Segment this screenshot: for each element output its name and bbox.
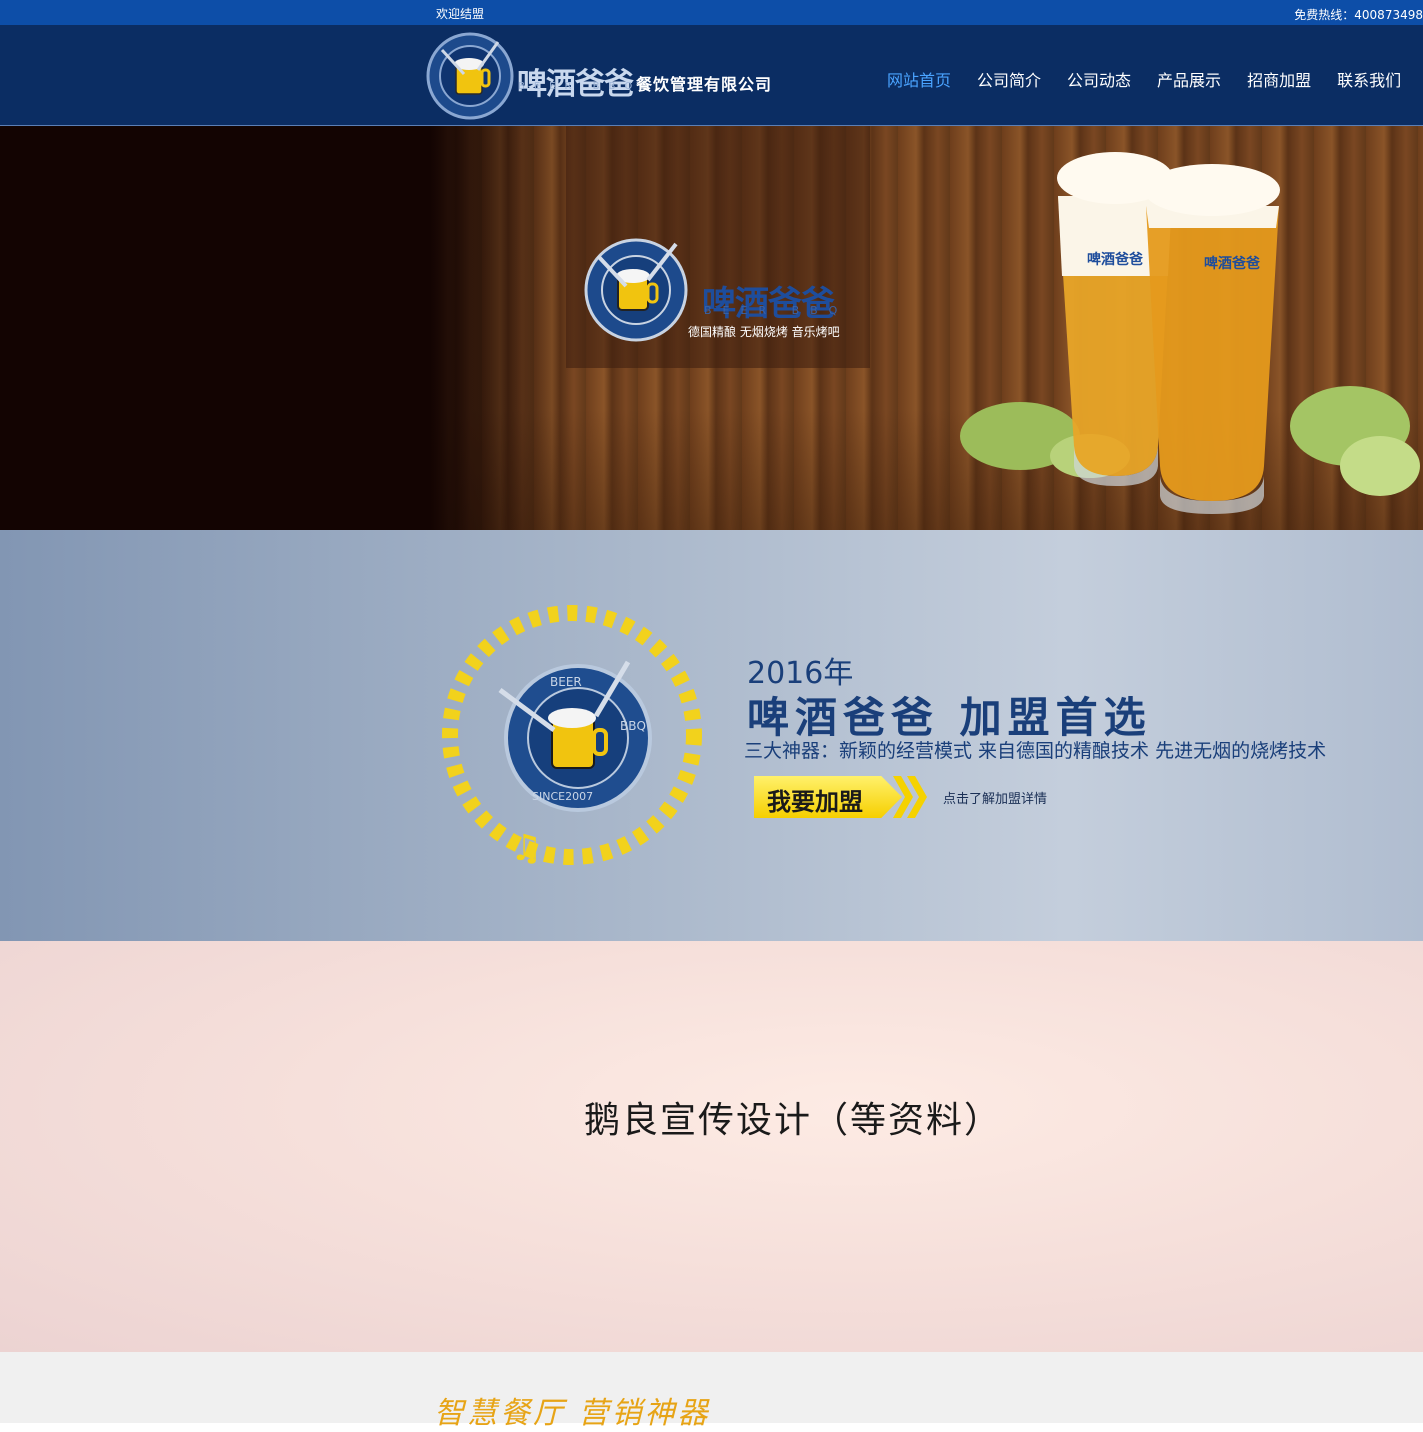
beer-mug-badge-icon[interactable] [424, 30, 516, 122]
glass-label: 啤酒爸爸 [1204, 255, 1260, 272]
brand-logo-panel: 啤酒爸爸 BEER BBQ 德国精酿 无烟烧烤 音乐烤吧 [566, 126, 870, 368]
banner-logo-subtext: BEER BBQ [704, 304, 849, 317]
promo-banner-text: 鹅良宣传设计（等资料） [584, 1100, 1003, 1141]
badge-text-right: BBQ [620, 719, 646, 733]
company-name: 餐饮管理有限公司 [636, 75, 773, 94]
banner-features: 三大神器：新颖的经营模式 来自德国的精酿技术 先进无烟的烧烤技术 [744, 740, 1327, 762]
beer-glass-icon: 啤酒爸爸 [1144, 164, 1280, 514]
site-header: 啤酒爸爸 BEER BBQ 餐饮管理有限公司 网站首页 公司简介 公司动态 产品… [0, 25, 1423, 126]
top-bar: 欢迎结盟 免费热线：400873498 [0, 0, 1423, 25]
section-title: 智慧餐厅 营销神器 [434, 1396, 711, 1431]
welcome-text: 欢迎结盟 [436, 7, 485, 21]
svg-text:♫: ♫ [510, 828, 542, 869]
nav-item-about[interactable]: 公司简介 [964, 67, 1054, 91]
main-nav: 网站首页 公司简介 公司动态 产品展示 招商加盟 联系我们 [874, 67, 1414, 91]
badge-text-top: BEER [550, 675, 582, 689]
franchise-banner: BEER BBQ SINCE2007 ♫ 2016年 啤酒爸爸 加盟首选 三大神… [0, 530, 1423, 941]
join-button[interactable]: 我要加盟 [754, 776, 902, 818]
banner-logo-text: 啤酒爸爸 [702, 284, 835, 324]
nav-item-news[interactable]: 公司动态 [1054, 67, 1144, 91]
music-badge-icon: BEER BBQ SINCE2007 ♫ [442, 605, 702, 869]
nav-item-contact[interactable]: 联系我们 [1324, 67, 1414, 91]
badge-text-bottom: SINCE2007 [532, 790, 593, 803]
nav-item-products[interactable]: 产品展示 [1144, 67, 1234, 91]
smart-restaurant-section: 智慧餐厅 营销神器 [0, 1352, 1423, 1431]
join-button-label: 我要加盟 [767, 788, 863, 816]
franchise-details-link[interactable]: 点击了解加盟详情 [943, 788, 1047, 807]
promo-banner: 鹅良宣传设计（等资料） [0, 941, 1423, 1352]
hero-banner-beer: 啤酒爸爸 BEER BBQ 德国精酿 无烟烧烤 音乐烤吧 啤酒爸爸 啤酒爸爸 [0, 126, 1423, 530]
banner-slogan: 德国精酿 无烟烧烤 音乐烤吧 [688, 325, 840, 339]
nav-item-franchise[interactable]: 招商加盟 [1234, 67, 1324, 91]
hotline-text: 免费热线：400873498 [1294, 8, 1423, 22]
beer-mug-badge-icon [584, 238, 688, 342]
logo-subtext: BEER BBQ [518, 81, 642, 92]
nav-item-home[interactable]: 网站首页 [874, 67, 964, 91]
glass-label: 啤酒爸爸 [1087, 251, 1143, 268]
